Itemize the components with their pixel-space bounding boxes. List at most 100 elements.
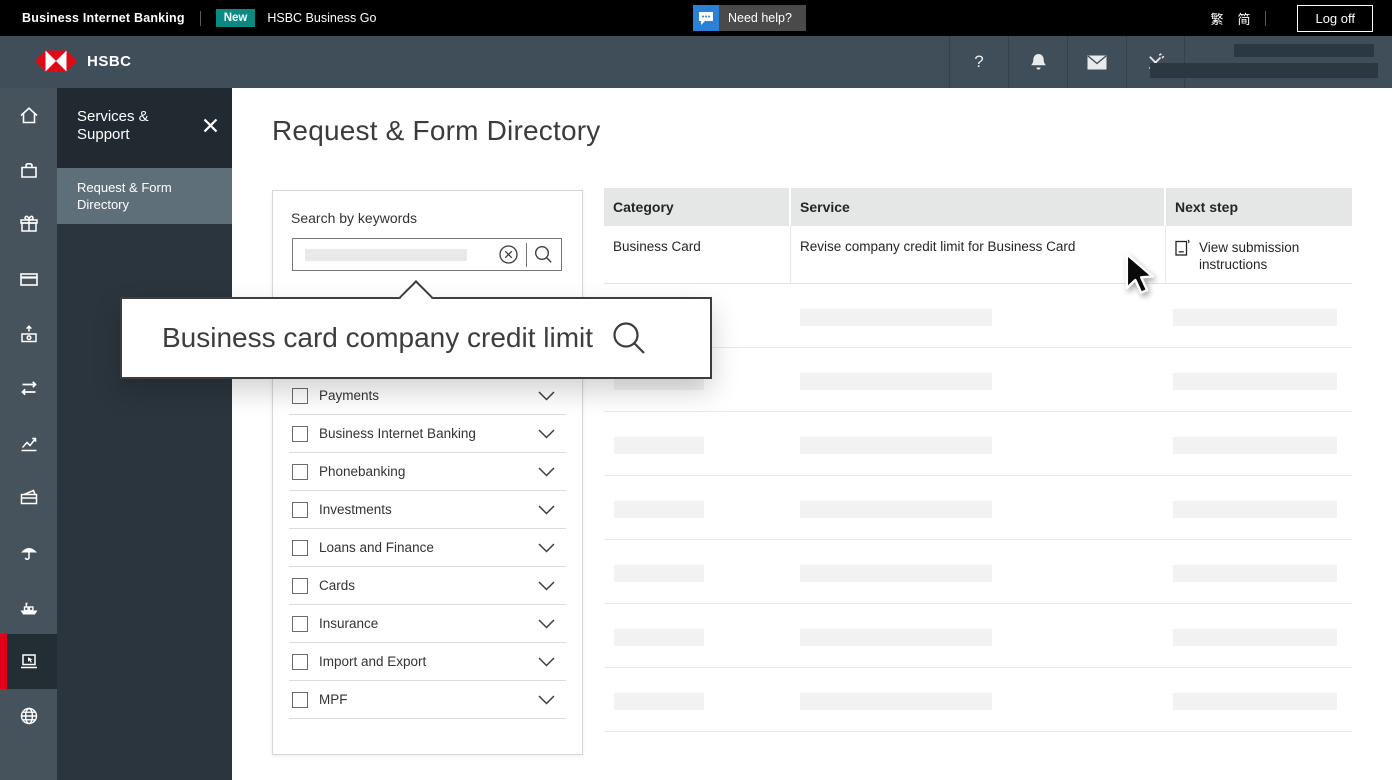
search-input[interactable] [292,238,562,271]
checkbox[interactable] [292,654,308,670]
divider [1265,11,1266,26]
request-form-table: Category Service Next step Business Card… [604,188,1352,732]
filter-row-insurance[interactable]: Insurance [289,605,566,643]
skeleton-bar [1173,373,1337,390]
log-off-button[interactable]: Log off [1297,5,1373,32]
filter-label: Business Internet Banking [319,426,476,441]
skeleton-bar [614,565,704,582]
hsbc-hexagon-icon [35,49,77,73]
clear-search-icon[interactable] [499,245,518,264]
cell-service: Revise company credit limit for Business… [791,226,1166,283]
search-submit-icon[interactable] [534,245,553,264]
checkbox[interactable] [292,616,308,632]
sidebar-item-insurance[interactable] [0,525,57,580]
skeleton-row [604,284,1352,348]
skeleton-bar [1173,693,1337,710]
chevron-down-icon[interactable] [538,695,555,705]
panel-item-request-form-directory[interactable]: Request & Form Directory [57,168,232,224]
need-help-button[interactable]: Need help? [693,5,806,31]
sidebar-icon-rail [0,88,57,780]
sidebar-item-transfers[interactable] [0,361,57,416]
filter-row-investments[interactable]: Investments [289,491,566,529]
chevron-down-icon[interactable] [538,467,555,477]
tooltip-text: Business card company credit limit [162,322,593,354]
transfer-arrows-icon [18,377,40,399]
skeleton-row [604,348,1352,412]
column-header-service: Service [791,188,1166,226]
messages-envelope-icon[interactable] [1067,36,1126,88]
skeleton-bar [800,501,992,518]
tab-business-internet-banking[interactable]: Business Internet Banking [22,11,185,25]
filter-label: Insurance [319,616,378,631]
checkbox[interactable] [292,578,308,594]
chevron-down-icon[interactable] [538,581,555,591]
divider [200,11,201,26]
checkbox[interactable] [292,426,308,442]
skeleton-bar [800,373,992,390]
chevron-down-icon[interactable] [538,391,555,401]
masked-account-name [1234,44,1374,57]
skeleton-bar [1173,309,1337,326]
hsbc-logo[interactable]: HSBC [35,49,132,73]
column-header-next-step: Next step [1166,188,1352,226]
lang-traditional-chinese[interactable]: 繁 [1210,9,1223,28]
sidebar-item-home[interactable] [0,88,57,143]
notifications-bell-icon[interactable] [1008,36,1067,88]
search-suggestion-tooltip: Business card company credit limit [120,297,712,379]
panel-header: Services & Support [57,88,232,168]
filter-row-cards[interactable]: Cards [289,567,566,605]
tools-icon[interactable] [1126,36,1185,88]
checkbox[interactable] [292,464,308,480]
filter-row-payments[interactable]: Payments [289,377,566,415]
skeleton-bar [800,629,992,646]
umbrella-icon [18,541,40,563]
skeleton-bar [614,629,704,646]
checkbox[interactable] [292,388,308,404]
skeleton-bar [800,565,992,582]
sidebar-item-offers[interactable] [0,197,57,252]
checkbox[interactable] [292,540,308,556]
filter-row-loans-and-finance[interactable]: Loans and Finance [289,529,566,567]
sidebar-item-accounts[interactable] [0,470,57,525]
chevron-down-icon[interactable] [538,543,555,553]
sidebar-item-withdraw[interactable] [0,306,57,361]
link-hsbc-business-go[interactable]: HSBC Business Go [267,11,376,25]
filter-row-mpf[interactable]: MPF [289,681,566,719]
chevron-down-icon[interactable] [538,429,555,439]
table-header-row: Category Service Next step [604,188,1352,226]
help-icon[interactable]: ? [949,36,1008,88]
skeleton-bar [614,693,704,710]
sidebar-item-digital-banking-active[interactable] [0,634,57,689]
document-icon [1175,239,1190,257]
filter-row-import-and-export[interactable]: Import and Export [289,643,566,681]
search-label: Search by keywords [291,210,417,226]
table-row-business-card[interactable]: Business Card Revise company credit limi… [604,226,1352,284]
checkbox[interactable] [292,692,308,708]
chevron-down-icon[interactable] [538,505,555,515]
chevron-down-icon[interactable] [538,619,555,629]
laptop-cursor-icon [18,650,40,672]
close-icon[interactable] [203,118,219,134]
view-submission-instructions-link[interactable]: View submission instructions [1175,239,1342,273]
panel-title: Services & Support [77,108,182,144]
chat-icon [693,5,719,31]
checkbox[interactable] [292,502,308,518]
chart-line-icon [18,432,40,454]
lang-simplified-chinese[interactable]: 简 [1237,9,1250,28]
cargo-ship-icon [18,596,40,618]
sidebar-item-investments[interactable] [0,416,57,471]
masked-company-name [1150,63,1378,78]
accounts-stack-icon [18,486,40,508]
magnifier-icon [611,320,647,356]
sidebar-item-business[interactable] [0,143,57,198]
skeleton-bar [800,309,992,326]
sidebar-item-trade[interactable] [0,579,57,634]
sidebar-item-global[interactable] [0,689,57,744]
filter-label: Cards [319,578,355,593]
chevron-down-icon[interactable] [538,657,555,667]
filter-row-business-internet-banking[interactable]: Business Internet Banking [289,415,566,453]
filter-label: Payments [319,388,379,403]
sidebar-item-cards[interactable] [0,252,57,307]
filter-row-phonebanking[interactable]: Phonebanking [289,453,566,491]
skeleton-bar [1173,501,1337,518]
